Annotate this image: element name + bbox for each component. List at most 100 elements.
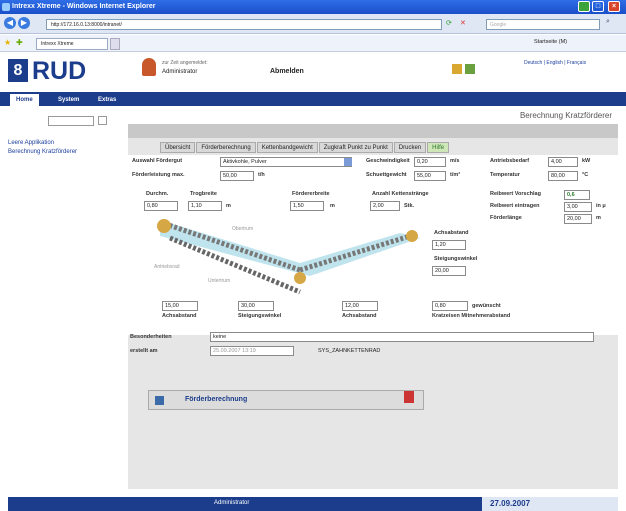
- foerderlaenge-input[interactable]: 20,00: [564, 214, 592, 224]
- language-switch[interactable]: Deutsch | English | Français: [524, 60, 586, 66]
- refresh-icon[interactable]: ⟳: [446, 19, 452, 27]
- besonder-label: Besonderheiten: [130, 334, 172, 340]
- temp-input[interactable]: 80,00: [548, 171, 578, 181]
- new-tab-button[interactable]: [110, 38, 120, 50]
- durchm-label: Durchm.: [146, 191, 169, 197]
- reibwert-eintragen-label: Reibwert eintragen: [490, 203, 540, 209]
- login-caption: zur Zeit angemeldet:: [162, 60, 208, 66]
- maximize-icon[interactable]: □: [592, 1, 604, 12]
- auswahl-select[interactable]: Aktivkohle, Pulver: [220, 157, 352, 167]
- nav-home[interactable]: Home: [10, 94, 39, 106]
- footer: Administrator 27.09.2007: [8, 497, 618, 511]
- sidebar-search-input[interactable]: [48, 116, 94, 126]
- antrieb-unit: kW: [582, 158, 591, 164]
- browser-tab[interactable]: Intrexx Xtreme: [36, 38, 108, 50]
- antrieb-input[interactable]: 4,00: [548, 157, 578, 167]
- antriebsrad-label: Antriebsrad: [154, 264, 180, 270]
- bottom-kratz-label: Kratzeisen Mitnehmerabstand: [432, 313, 511, 319]
- tab-drucken[interactable]: Drucken: [393, 142, 427, 153]
- address-bar-row: ◀ ▶ http://172.16.0.13:8000/intranet/ ⟳ …: [0, 14, 626, 34]
- add-favorite-icon[interactable]: ✚: [16, 38, 23, 47]
- reibwert-eintragen-input[interactable]: 3,00: [564, 202, 592, 212]
- back-icon[interactable]: ◀: [4, 17, 16, 29]
- leistung-label: Förderleistung max.: [132, 172, 185, 178]
- favorites-bar: ★ ✚ Intrexx Xtreme Startseite (M): [0, 35, 626, 52]
- rud-logo-mark: 8: [8, 59, 28, 82]
- search-input[interactable]: Google: [486, 19, 600, 30]
- foerderberechnung-button[interactable]: Förderberechnung: [148, 390, 424, 410]
- action-label: Förderberechnung: [185, 396, 248, 403]
- app-header: 8 RUD zur Zeit angemeldet: Administrator…: [0, 52, 626, 92]
- main-nav: Home System Extras: [0, 92, 626, 106]
- user-name: Administrator: [162, 69, 198, 75]
- bottom-kratz-unit: gewünscht: [472, 303, 501, 309]
- logout-link[interactable]: Abmelden: [270, 68, 304, 75]
- pdf-icon[interactable]: [404, 391, 414, 403]
- untertrum-label: Untertrum: [208, 278, 231, 284]
- reibwert-vorschlag-label: Reibwert Vorschlag: [490, 191, 541, 197]
- chevron-down-icon[interactable]: [344, 158, 352, 166]
- geschw-unit: m/s: [450, 158, 460, 164]
- wheel-bottom: [294, 272, 306, 284]
- bottom-achs2-label: Achsabstand: [342, 313, 377, 319]
- geschw-input[interactable]: 0,20: [414, 157, 446, 167]
- tab-kettenbandgewicht[interactable]: Kettenbandgewicht: [256, 142, 318, 153]
- home-button[interactable]: Startseite (M): [534, 39, 567, 45]
- foerderlaenge-unit: m: [596, 215, 601, 221]
- besonder-input[interactable]: keine: [210, 332, 594, 342]
- window-title: Intrexx Xtreme - Windows Internet Explor…: [12, 3, 156, 10]
- tab-zugkraft[interactable]: Zugkraft Punkt zu Punkt: [318, 142, 393, 153]
- back-arrow-icon: [155, 396, 164, 405]
- search-icon[interactable]: ⌕: [606, 18, 610, 26]
- sidebar: Leere Applikation Berechnung Kratzförder…: [8, 140, 118, 158]
- tab-hilfe[interactable]: Hilfe: [427, 142, 450, 153]
- conveyor-diagram: [157, 219, 420, 295]
- forward-icon[interactable]: ▶: [18, 17, 30, 29]
- leistung-unit: t/h: [258, 172, 265, 178]
- footer-date: 27.09.2007: [482, 497, 618, 511]
- erstellt-input: 25.09.2007 13:19: [210, 346, 294, 356]
- wheel-right: [406, 230, 418, 242]
- window-title-bar: Intrexx Xtreme - Windows Internet Explor…: [0, 0, 626, 14]
- geschw-label: Geschwindigkeit: [366, 158, 410, 164]
- trogbreite-label: Trogbreite: [190, 191, 217, 197]
- calendar-icon[interactable]: [452, 64, 462, 74]
- reibwert-vorschlag-value: 0,6: [564, 190, 590, 200]
- chain-upper: [299, 233, 411, 273]
- ie-icon: [2, 3, 10, 11]
- close-icon[interactable]: ×: [608, 1, 620, 12]
- export-icon[interactable]: [465, 64, 475, 74]
- address-input[interactable]: http://172.16.0.13:8000/intranet/: [46, 19, 442, 30]
- temp-unit: °C: [582, 172, 589, 178]
- antrieb-label: Antriebsbedarf: [490, 158, 530, 164]
- nav-system[interactable]: System: [52, 94, 85, 106]
- sidebar-item-berechnung[interactable]: Berechnung Kratzförderer: [8, 149, 118, 155]
- foerderlaenge-label: Förderlänge: [490, 215, 522, 221]
- sidebar-item-leere-applikation[interactable]: Leere Applikation: [8, 140, 118, 146]
- schuett-input[interactable]: 55,00: [414, 171, 446, 181]
- tab-uebersicht[interactable]: Übersicht: [160, 142, 196, 153]
- bottom-achs1-label: Achsabstand: [162, 313, 197, 319]
- erstellt-by: SYS_ZAHNKETTENRAD: [318, 348, 381, 354]
- footer-user: Administrator: [214, 500, 250, 506]
- foerderbreite-label: Fördererbreite: [292, 191, 330, 197]
- schuett-label: Schuettgewicht: [366, 172, 407, 178]
- nav-extras[interactable]: Extras: [92, 94, 122, 106]
- tab-foerderberechnung[interactable]: Förderberechnung: [196, 142, 256, 153]
- drive-wheel-left: [157, 219, 171, 233]
- schuett-unit: t/m³: [450, 172, 461, 178]
- auswahl-label: Auswahl Fördergut: [132, 158, 183, 164]
- panel-topbar: [128, 124, 618, 138]
- leistung-input[interactable]: 50,00: [220, 171, 254, 181]
- page-title: Berechnung Kratzförderer: [128, 108, 618, 124]
- rud-logo: RUD: [32, 57, 87, 85]
- app-icon: [578, 1, 590, 12]
- sidebar-search-icon[interactable]: [98, 116, 107, 125]
- favorites-star-icon[interactable]: ★: [4, 38, 11, 47]
- tab-bar: Übersicht Förderberechnung Kettenbandgewic…: [160, 142, 450, 153]
- user-icon: [142, 58, 156, 76]
- bottom-steig-label: Steigungswinkel: [238, 313, 282, 319]
- stop-icon[interactable]: ✕: [460, 19, 466, 27]
- temp-label: Temperatur: [490, 172, 520, 178]
- obertrum-label: Obertrum: [232, 226, 254, 232]
